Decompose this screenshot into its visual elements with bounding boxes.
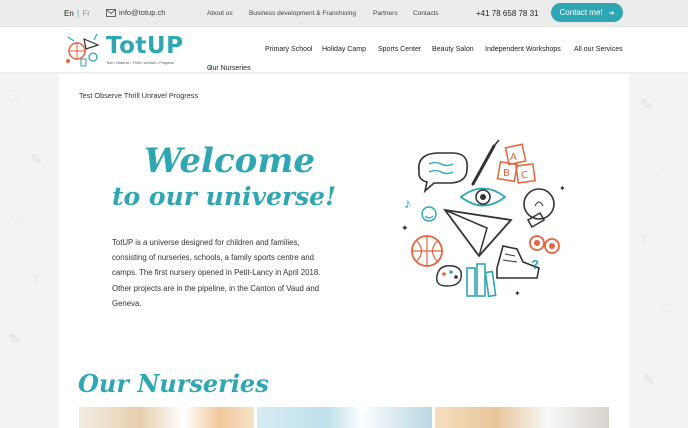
main-content: Test Observe Thrill Unravel Progress Wel… <box>59 74 629 428</box>
welcome-heading: Welcome <box>144 141 315 181</box>
paintbrush-icon <box>471 139 500 186</box>
nav-primary-school[interactable]: Primary School <box>265 46 312 53</box>
palette-icon <box>435 264 463 287</box>
email-link[interactable]: info@totup.ch <box>106 8 165 17</box>
svg-text:A: A <box>510 152 517 163</box>
intro-paragraph: TotUP is a universe designed for childre… <box>112 238 321 308</box>
music-note-icon: ♪ <box>404 195 411 211</box>
totup-logo[interactable]: TotUP Test • Observe • Thrill • Unravel … <box>64 31 189 69</box>
nav-holiday-camp[interactable]: Holiday Camp <box>322 46 366 53</box>
doodle-icon: ✎ <box>30 152 44 169</box>
main-navbar: TotUP Test • Observe • Thrill • Unravel … <box>0 27 688 73</box>
doodle-icon: ✎ <box>8 332 22 349</box>
smiley-icon <box>421 206 437 222</box>
goggles-icon <box>529 235 560 254</box>
email-address: info@totup.ch <box>119 8 166 17</box>
eye-icon <box>459 187 507 207</box>
nav-our-nurseries-label: Our Nurseries <box>207 65 251 72</box>
top-utility-bar: En | Fr info@totup.ch About us Business … <box>0 0 688 27</box>
doodle-icon: ◌ <box>662 300 672 317</box>
language-en[interactable]: En <box>64 9 74 18</box>
doodle-icon: ◌ <box>10 210 20 227</box>
svg-text:B: B <box>503 168 510 179</box>
star-icon: ✦ <box>559 184 566 193</box>
nursery-photo[interactable] <box>435 407 609 428</box>
doodle-icon: ◌ <box>8 90 18 107</box>
brand-name: TotUP <box>106 33 184 59</box>
our-nurseries-heading: Our Nurseries <box>78 369 269 398</box>
nursery-photo[interactable] <box>79 407 254 428</box>
lightbulb-icon <box>523 188 555 228</box>
nav-independent-workshops[interactable]: Independent Workshops <box>485 46 561 53</box>
nav-sports-center[interactable]: Sports Center <box>378 46 421 53</box>
doodle-icon: ✎ <box>642 372 656 389</box>
nav-all-our-services[interactable]: All our Services <box>574 46 623 53</box>
contact-me-label: Contact me! <box>559 8 603 17</box>
question-mark-icon: ? <box>531 257 539 272</box>
paper-plane-icon <box>442 208 513 258</box>
star-icon: ✦ <box>514 289 521 298</box>
welcome-subheading: to our universe! <box>112 182 337 211</box>
doodle-icon: ◌ <box>660 160 670 177</box>
hero-tagline: Test Observe Thrill Unravel Progress <box>79 91 199 100</box>
toplink-partners[interactable]: Partners <box>373 10 398 17</box>
abc-blocks-icon: A B C <box>496 143 537 184</box>
toplink-business-development[interactable]: Business development & Franchising <box>249 10 356 17</box>
doodle-icon: ♪ <box>640 230 648 247</box>
carousel-pointer <box>355 407 369 414</box>
speech-bubble-icon <box>418 152 469 194</box>
doodle-icon: ♪ <box>32 270 40 287</box>
language-switcher: En | Fr <box>64 9 90 18</box>
doodle-icon: ✎ <box>640 97 654 114</box>
toplink-contacts[interactable]: Contacts <box>413 10 439 17</box>
star-icon: ✦ <box>401 223 409 233</box>
basketball-icon <box>411 235 443 267</box>
nav-beauty-salon[interactable]: Beauty Salon <box>432 46 474 53</box>
universe-illustration: A B C ♪ ? ✦ ✦ ✦ <box>401 139 566 298</box>
envelope-icon <box>106 8 116 17</box>
toplink-about-us[interactable]: About us <box>207 10 233 17</box>
nursery-photo[interactable] <box>257 407 432 428</box>
contact-me-button[interactable]: Contact me! ➜ <box>551 3 623 22</box>
chevron-down-icon: ▾ <box>209 66 213 72</box>
language-fr[interactable]: Fr <box>82 9 90 18</box>
language-separator: | <box>77 9 80 18</box>
svg-text:C: C <box>521 170 528 181</box>
books-icon <box>466 263 497 298</box>
brand-tagline: Test • Observe • Thrill • Unravel • Prog… <box>106 61 174 65</box>
arrow-right-icon: ➜ <box>608 9 615 17</box>
logo-doodle-icon <box>66 33 100 67</box>
phone-number[interactable]: +41 78 658 78 31 <box>476 9 539 18</box>
